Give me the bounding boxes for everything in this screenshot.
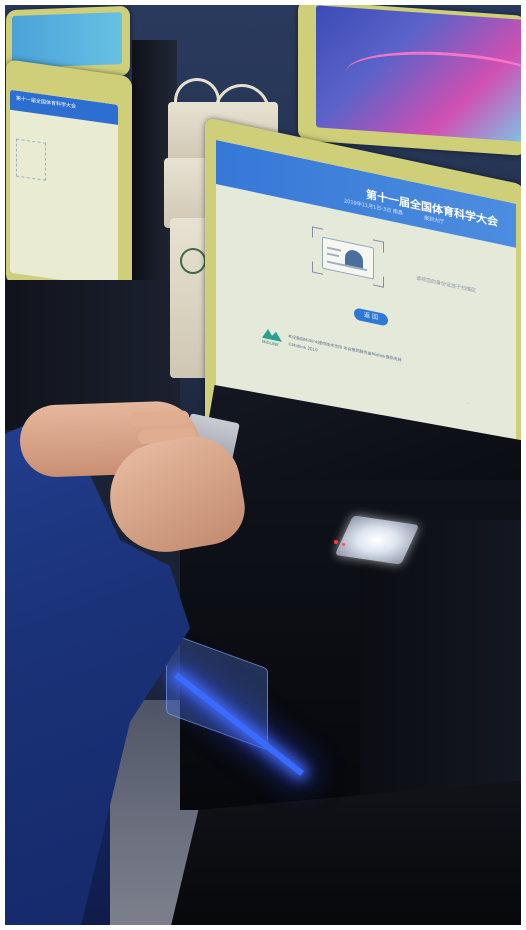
scan-hint-text: 请将您的身份证放于扫描区 bbox=[416, 275, 477, 295]
scan-corner bbox=[373, 274, 384, 288]
id-card-line bbox=[327, 246, 341, 252]
id-card-illustration bbox=[322, 236, 374, 280]
back-left-screen-title: 第十一届全国体育科学大会 bbox=[16, 95, 77, 110]
footer-line: ... bbox=[466, 399, 470, 405]
back-left-card-frame bbox=[16, 138, 46, 181]
back-button[interactable]: 返 回 bbox=[354, 307, 388, 327]
back-right-kiosk bbox=[298, 0, 526, 156]
finger bbox=[129, 410, 190, 427]
status-led bbox=[334, 540, 338, 544]
status-led bbox=[342, 543, 345, 546]
back-right-screen bbox=[316, 5, 526, 142]
back-left-screen-header: 第十一届全国体育科学大会 bbox=[10, 89, 118, 125]
id-card-scan-frame bbox=[312, 226, 384, 288]
back-left-kiosk: 第十一届全国体育科学大会 bbox=[6, 59, 132, 302]
back-left-screen: 第十一届全国体育科学大会 bbox=[10, 89, 118, 288]
back-right-screen-graphic bbox=[346, 45, 526, 114]
bag-logo bbox=[180, 248, 206, 274]
id-card-line bbox=[327, 252, 339, 258]
kiosk-body-side bbox=[360, 520, 526, 820]
back-left-top-screen bbox=[12, 12, 122, 68]
photo-frame: 第十一届全国体育科学大会 第十一届全国体育科学大会 2019年11月1日-3日 … bbox=[0, 0, 526, 930]
scan-corner bbox=[373, 239, 384, 253]
